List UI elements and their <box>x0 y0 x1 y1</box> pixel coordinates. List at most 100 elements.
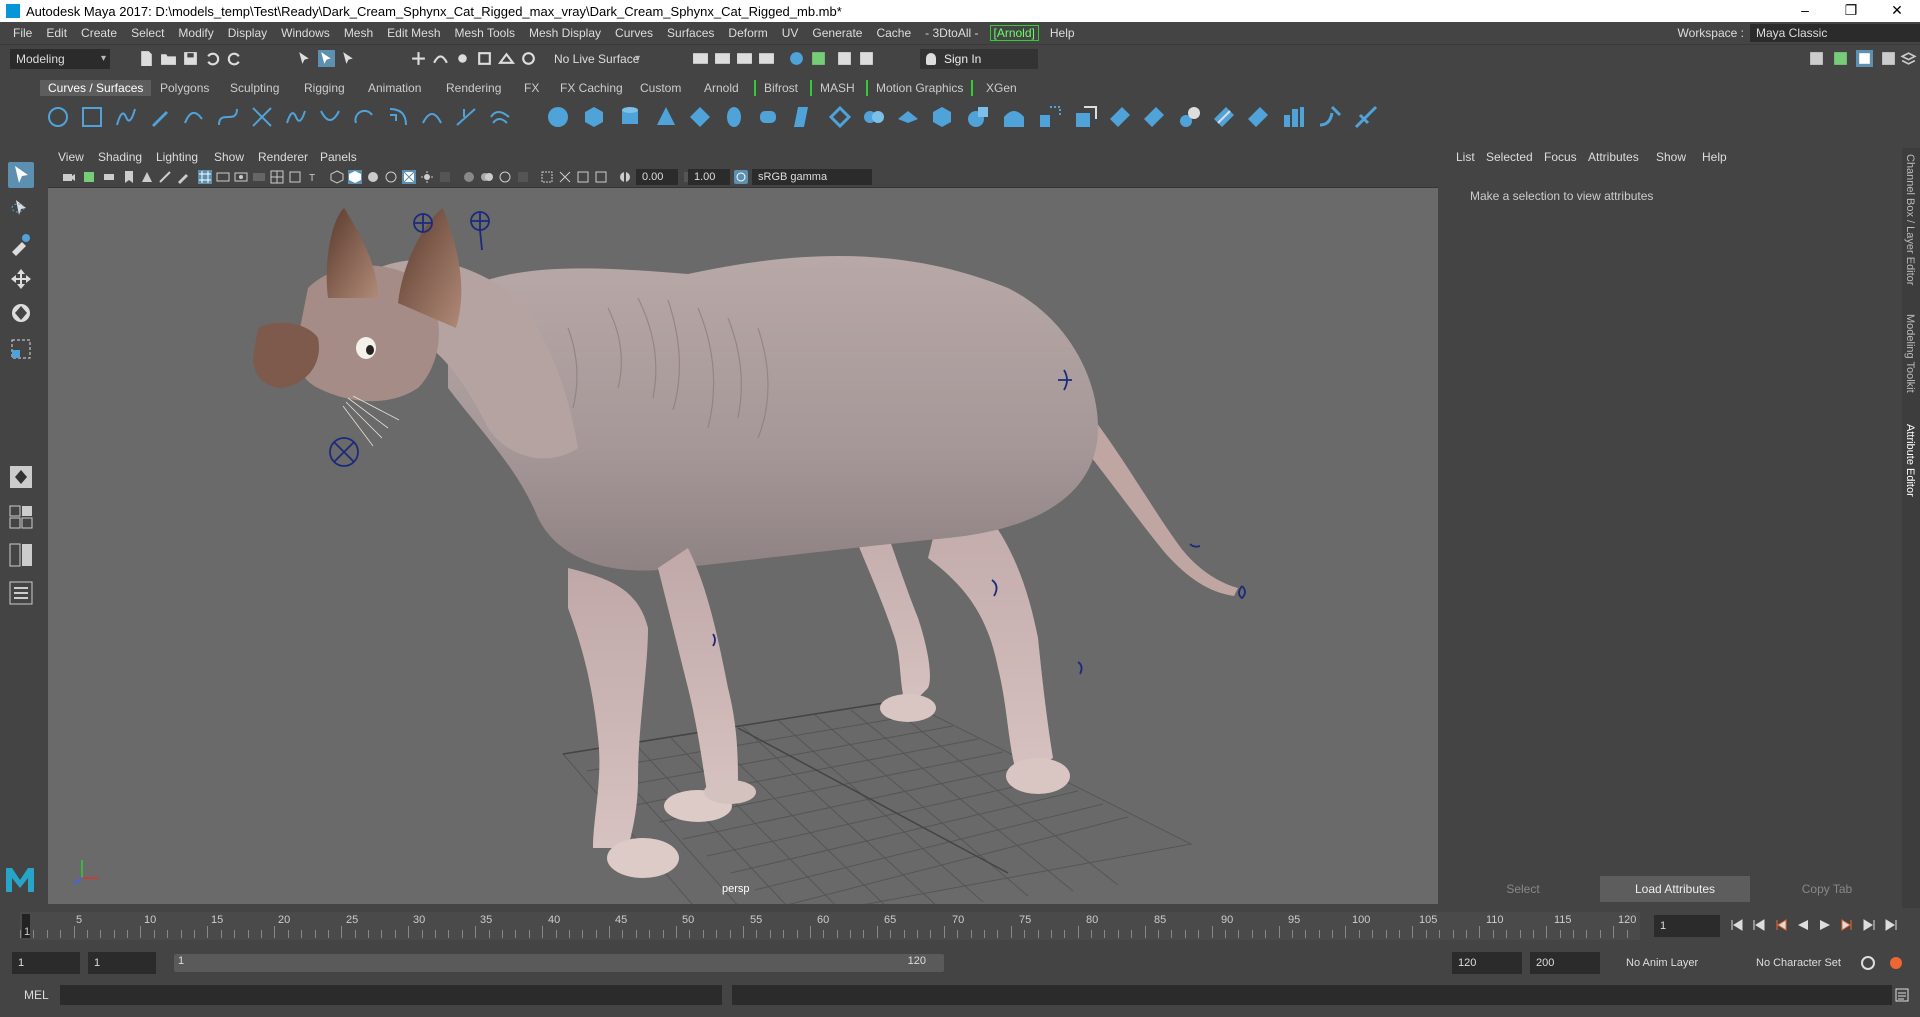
trim-tool-icon[interactable] <box>1282 105 1306 129</box>
paint-select-tool-icon[interactable] <box>8 230 34 256</box>
menu-set-dropdown[interactable]: Modeling <box>10 49 110 69</box>
nurbs-plane-icon[interactable] <box>688 105 712 129</box>
shadows-icon[interactable] <box>438 170 452 184</box>
cv-curve-icon[interactable] <box>114 105 138 129</box>
shelf-tab-sculpting[interactable]: Sculpting <box>222 80 287 96</box>
viewport-menu-renderer[interactable]: Renderer <box>258 150 308 164</box>
anim-layer-dropdown[interactable]: No Anim Layer <box>1620 952 1744 974</box>
wireframe-on-shaded-icon[interactable] <box>384 170 398 184</box>
wireframe-icon[interactable] <box>330 170 344 184</box>
make-live-icon[interactable] <box>520 50 537 67</box>
safe-title-icon[interactable]: T <box>306 170 320 184</box>
ae-menu-list[interactable]: List <box>1456 150 1475 164</box>
step-forward-key-icon[interactable] <box>1840 918 1854 932</box>
nurbs-square-icon[interactable] <box>80 105 104 129</box>
viewport-menu-shading[interactable]: Shading <box>98 150 142 164</box>
ae-copy-tab-button[interactable]: Copy Tab <box>1752 876 1902 902</box>
shelf-tab-arnold[interactable]: Arnold <box>696 80 747 96</box>
grid-toggle-icon[interactable] <box>198 170 212 184</box>
arnold-ipr-icon[interactable] <box>836 50 853 67</box>
intersect-icon[interactable] <box>1246 105 1270 129</box>
menu-cache[interactable]: Cache <box>869 26 918 40</box>
menu-mesh[interactable]: Mesh <box>337 26 380 40</box>
lasso-tool-icon[interactable] <box>8 196 34 222</box>
project-curve-icon[interactable] <box>1212 105 1236 129</box>
ae-menu-focus[interactable]: Focus <box>1544 150 1577 164</box>
pencil-curve-icon[interactable] <box>148 105 172 129</box>
shelf-tab-fx-caching[interactable]: FX Caching <box>552 80 631 96</box>
new-scene-icon[interactable] <box>138 50 155 67</box>
anti-aliasing-icon[interactable] <box>498 170 512 184</box>
default-material-icon[interactable] <box>366 170 380 184</box>
xray-icon[interactable] <box>558 170 572 184</box>
rebuild-curve-icon[interactable] <box>386 105 410 129</box>
sign-in-button[interactable]: Sign In <box>920 49 1038 69</box>
snap-point-icon[interactable] <box>454 50 471 67</box>
shelf-tab-fx[interactable]: FX <box>516 80 547 96</box>
extrude-icon[interactable] <box>862 105 886 129</box>
exposure-field[interactable]: 0.00 <box>636 169 678 185</box>
shelf-tab-xgen[interactable]: XGen <box>978 80 1025 96</box>
field-chart-icon[interactable] <box>270 170 284 184</box>
modeling-toolkit-icon[interactable] <box>1808 50 1825 67</box>
insert-knot-icon[interactable] <box>318 105 342 129</box>
ae-menu-show[interactable]: Show <box>1656 150 1686 164</box>
camera-attributes-icon[interactable] <box>102 170 116 184</box>
xray-components-icon[interactable] <box>594 170 608 184</box>
render-frame-icon[interactable] <box>692 50 709 67</box>
menu-display[interactable]: Display <box>221 26 274 40</box>
menu-3dtoall[interactable]: - 3DtoAll - <box>918 26 985 40</box>
nurbs-circle-icon[interactable] <box>46 105 70 129</box>
scale-tool-icon[interactable] <box>8 336 34 362</box>
step-back-key-icon[interactable] <box>1774 918 1788 932</box>
resolution-gate-icon[interactable] <box>234 170 248 184</box>
outliner-layout-icon[interactable] <box>8 580 34 606</box>
mel-label[interactable]: MEL <box>24 988 49 1002</box>
shelf-tab-curves-surfaces[interactable]: Curves / Surfaces <box>40 80 152 96</box>
layer-editor-icon[interactable] <box>1900 50 1917 67</box>
hypershade-icon[interactable] <box>758 50 775 67</box>
command-input[interactable] <box>60 985 722 1005</box>
animation-start-field[interactable]: 1 <box>12 952 80 974</box>
image-plane-icon[interactable] <box>140 170 154 184</box>
select-object-icon[interactable] <box>318 50 335 67</box>
live-surface-field[interactable]: No Live Surface <box>548 49 644 69</box>
menu-edit-mesh[interactable]: Edit Mesh <box>380 26 447 40</box>
color-management-icon[interactable] <box>734 170 748 184</box>
character-set-dropdown[interactable]: No Character Set <box>1750 952 1874 974</box>
range-bar[interactable]: 1 120 <box>174 954 944 972</box>
bezier-curve-icon[interactable] <box>216 105 240 129</box>
two-d-pan-icon[interactable] <box>158 170 172 184</box>
menu-surfaces[interactable]: Surfaces <box>660 26 721 40</box>
select-tool-icon[interactable] <box>8 162 34 188</box>
go-to-end-icon[interactable] <box>1884 918 1898 932</box>
animation-end-field[interactable]: 200 <box>1530 952 1600 974</box>
sculpt-geometry-icon[interactable] <box>1354 105 1378 129</box>
birail-icon[interactable] <box>896 105 920 129</box>
viewport-menu-panels[interactable]: Panels <box>320 150 357 164</box>
layout-two-pane-icon[interactable] <box>8 542 34 568</box>
open-scene-icon[interactable] <box>160 50 177 67</box>
render-settings-icon[interactable] <box>736 50 753 67</box>
menu-uv[interactable]: UV <box>775 26 806 40</box>
attribute-editor-toggle-icon[interactable] <box>1832 50 1849 67</box>
motion-blur-icon[interactable] <box>480 170 494 184</box>
time-slider[interactable]: 1 5 10 15 20 25 30 35 40 45 50 55 60 65 … <box>20 912 1640 940</box>
textured-icon[interactable] <box>402 170 416 184</box>
step-back-icon[interactable] <box>1752 918 1766 932</box>
channel-box-icon[interactable] <box>1880 50 1897 67</box>
shelf-tab-mash[interactable]: MASH <box>810 80 863 96</box>
smooth-curve-icon[interactable] <box>420 105 444 129</box>
save-scene-icon[interactable] <box>182 50 199 67</box>
menu-modify[interactable]: Modify <box>171 26 220 40</box>
nurbs-torus-icon[interactable] <box>722 105 746 129</box>
extend-curve-icon[interactable] <box>454 105 478 129</box>
perspective-viewport[interactable] <box>48 188 1438 904</box>
shelf-tab-motion-graphics[interactable]: Motion Graphics <box>866 80 974 96</box>
ae-load-attributes-button[interactable]: Load Attributes <box>1600 876 1750 902</box>
gate-mask-icon[interactable] <box>252 170 266 184</box>
menu-create[interactable]: Create <box>74 26 124 40</box>
shelf-tab-rendering[interactable]: Rendering <box>438 80 509 96</box>
snap-view-plane-icon[interactable] <box>476 50 493 67</box>
nurbs-cone-icon[interactable] <box>654 105 678 129</box>
